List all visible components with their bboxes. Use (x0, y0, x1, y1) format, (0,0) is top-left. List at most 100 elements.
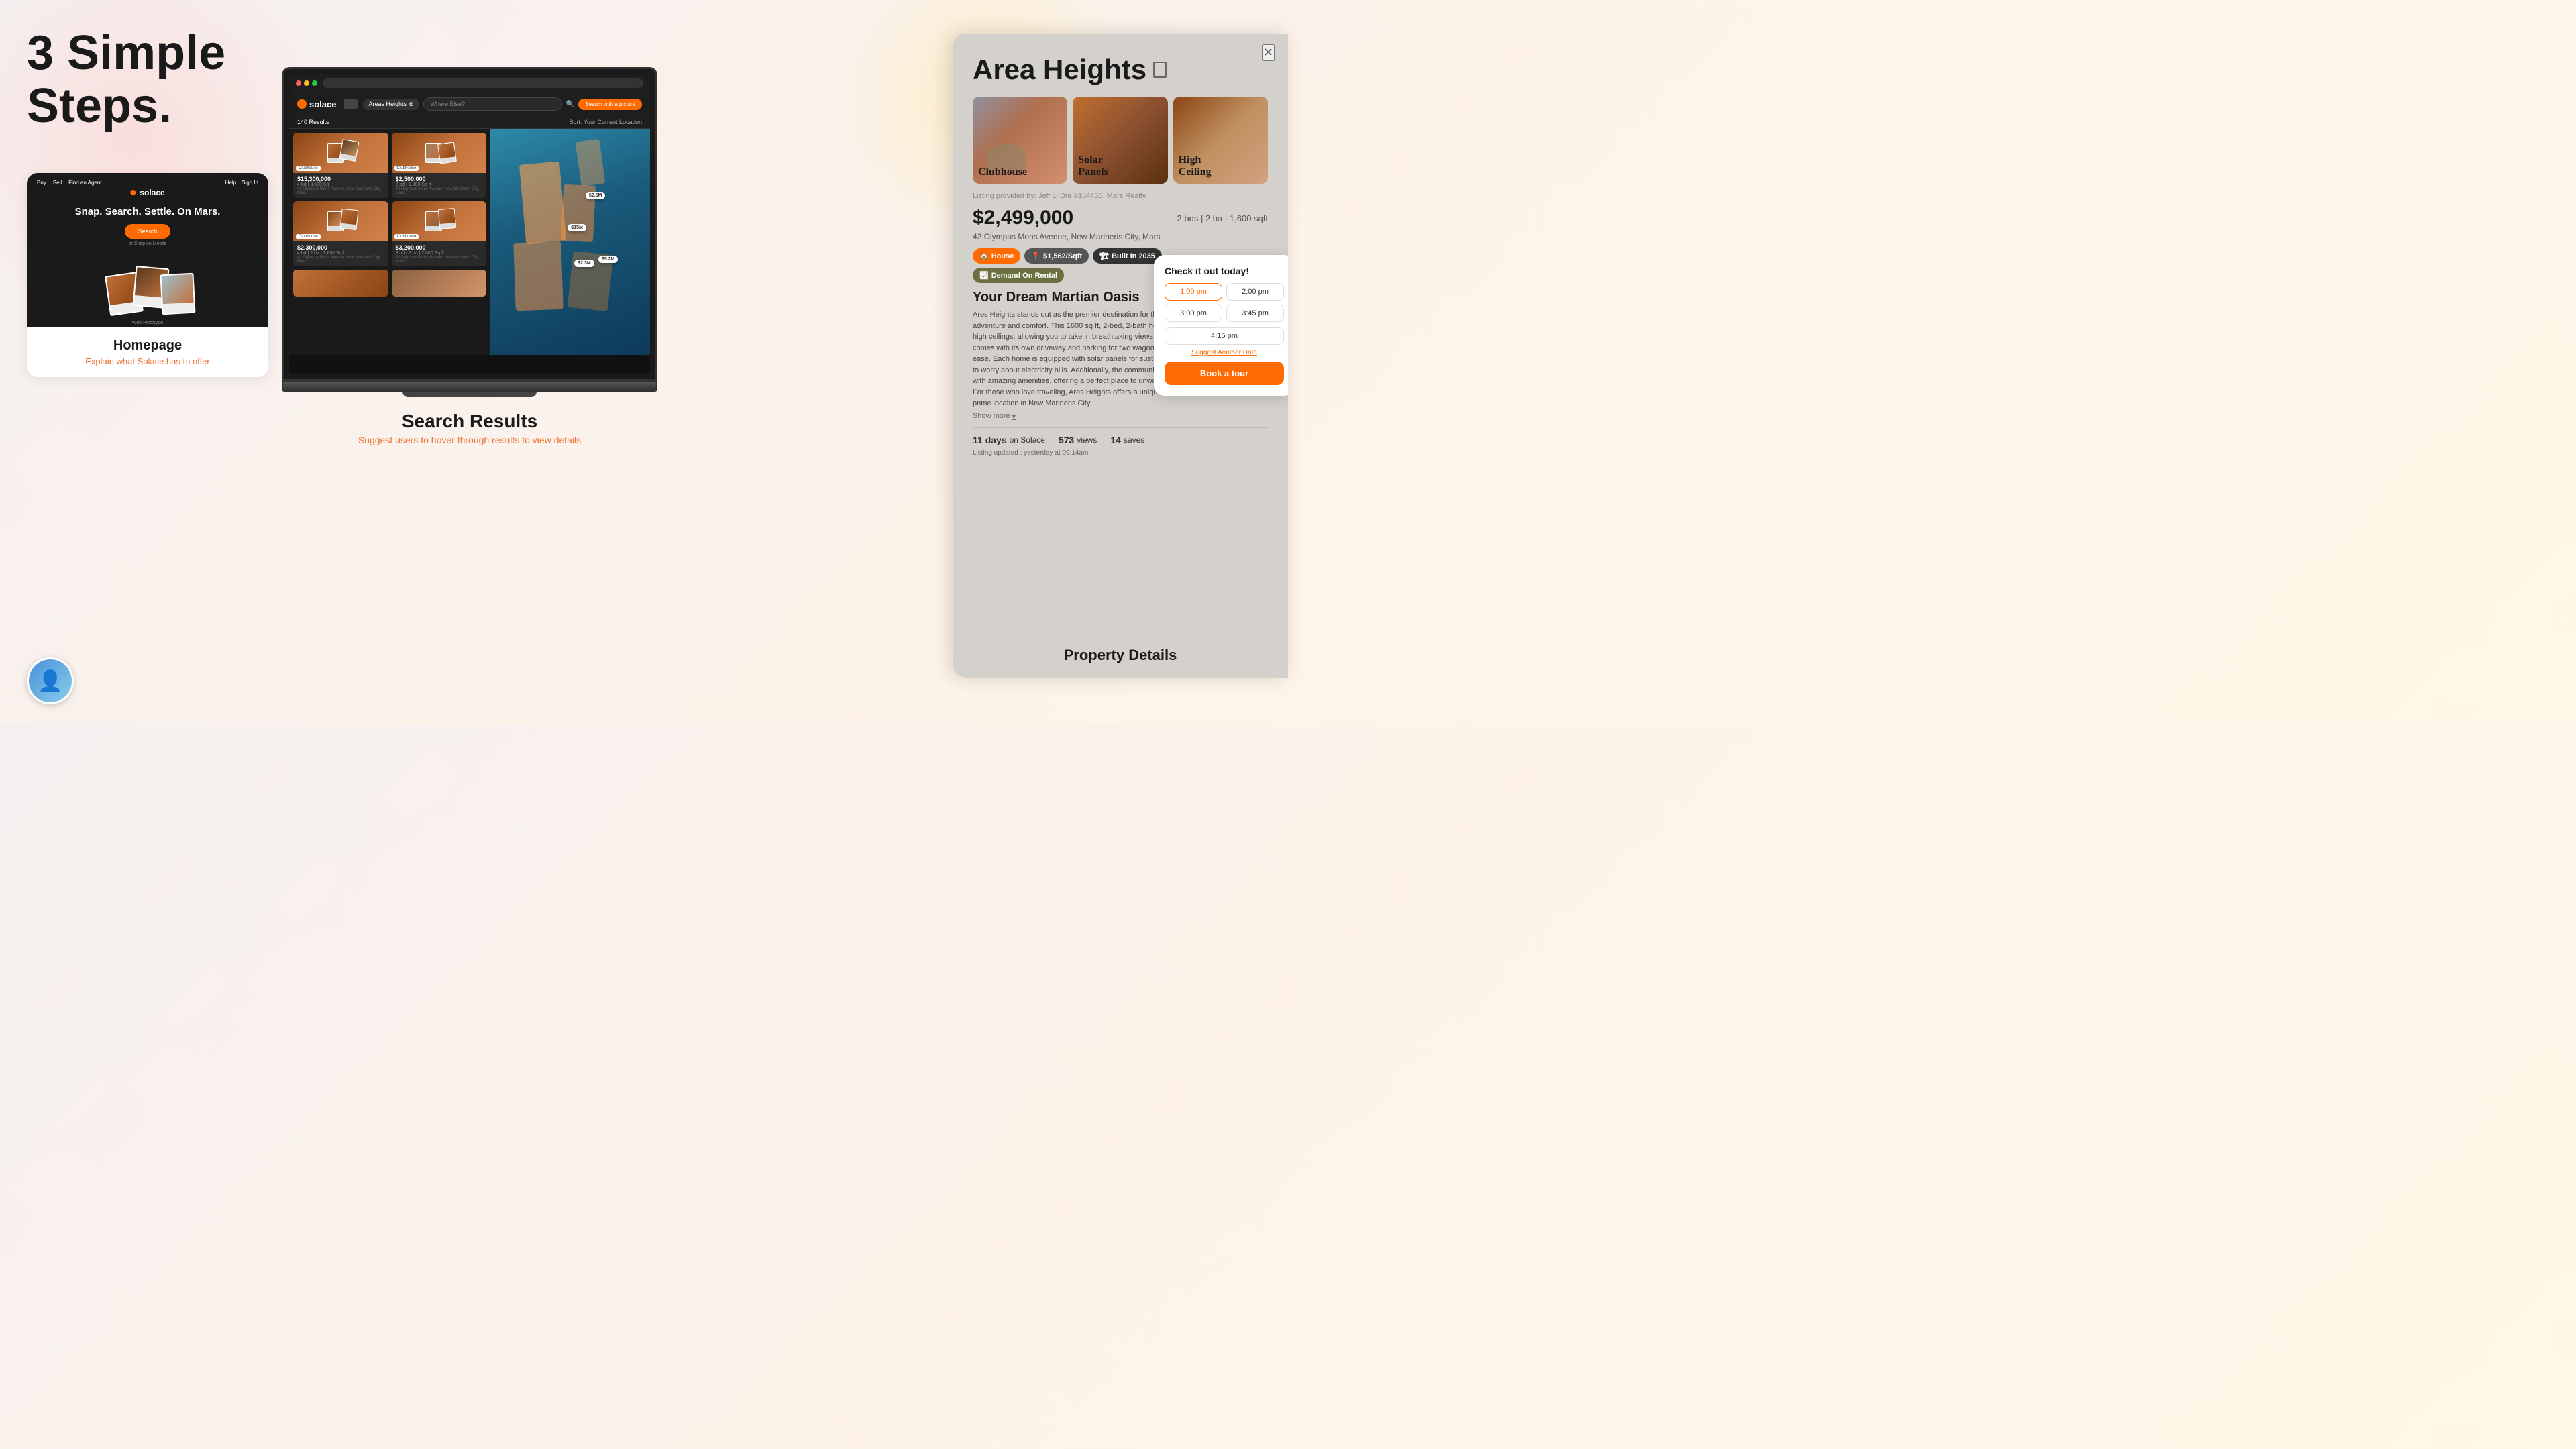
listing-details: 3 bd | 2 ba | 2,000 Sq ft (396, 251, 483, 256)
booking-title: Check it out today! (1165, 266, 1284, 276)
mockup-search-button[interactable]: Search (125, 224, 171, 239)
map-pin: $2.3M (574, 260, 594, 267)
chevron-down-icon: ▾ (1012, 412, 1016, 421)
stat-saves: 14 saves (1110, 435, 1144, 445)
price-row: $2,499,000 2 bds | 2 ba | 1,600 sqft (973, 207, 1268, 229)
app-logo-text: solace (309, 99, 336, 109)
listing-details: 4 bd | 2 ba | 1,600 Sq ft (297, 251, 384, 256)
map-view: $2.5M $15M $2.3M $5.2M (490, 129, 650, 355)
property-details-label: Property Details (973, 647, 1268, 664)
stat-days: 11 days on Solace (973, 435, 1045, 445)
property-title: Area Heights (973, 54, 1268, 86)
map-pin: $15M (568, 224, 586, 231)
app-search-bar: Areas Heights ⊗ Where Else? 🔍 Search wit… (363, 97, 642, 111)
listing-price: $2,500,000 (396, 176, 483, 182)
browser-dots (296, 80, 317, 86)
listing-info: $15,300,000 4 bd | 3,600 Sq 42 Olympus M… (293, 173, 388, 198)
property-address: 42 Olympus Mons Avenue, New Marineris Ci… (973, 232, 1268, 241)
listing-details: 2 bd | 1,900 Sq ft (396, 182, 483, 187)
app-header: solace Areas Heights ⊗ Where Else? 🔍 (289, 92, 650, 116)
step2-subtitle: Suggest users to hover through results t… (282, 435, 657, 445)
location-tag-text: Areas Heights (368, 101, 407, 107)
prop-img-label-1: Clubhouse (978, 166, 1027, 178)
step1-subtitle: Explain what Solace has to offer (40, 356, 255, 366)
suggest-another-date[interactable]: Suggest Another Date (1165, 349, 1284, 356)
mockup-nav: Buy Sell Find an Agent Help Sign In (27, 180, 268, 186)
menu-icon[interactable] (344, 99, 358, 109)
main-title: 3 Simple Steps. (27, 27, 295, 133)
search-input[interactable]: Where Else? (423, 97, 562, 111)
listing-card[interactable] (293, 270, 388, 297)
property-image-1[interactable]: Clubhouse (973, 97, 1067, 184)
book-tour-button[interactable]: Book a tour (1165, 362, 1284, 385)
listing-info: $2,300,000 4 bd | 2 ba | 1,600 Sq ft 42 … (293, 241, 388, 266)
tag-built[interactable]: 🏗 Built In 2035 (1093, 248, 1162, 264)
map-block (513, 241, 564, 311)
house-icon: 🏠 (979, 252, 989, 260)
dot-green (312, 80, 317, 86)
listing-by: Listing provided by: Jeff Li Dre #154455… (973, 192, 1268, 200)
listing-tag: Clubhouse (394, 166, 419, 171)
map-pin: $5.2M (598, 256, 618, 263)
bookmark-icon[interactable] (1153, 62, 1167, 78)
listing-image: Clubhouse (293, 201, 388, 241)
listing-address: 42 Olympus Mons Avenue, New Marineris Ci… (297, 187, 384, 195)
mockup-logo-text: solace (140, 188, 164, 197)
listing-address: 42 Olympus Mons Avenue, New Marineris Ci… (297, 256, 384, 264)
stat-views: 573 views (1059, 435, 1097, 445)
step2-label: Search Results Suggest users to hover th… (282, 411, 657, 445)
search-icon[interactable]: 🔍 (566, 101, 574, 108)
property-image-2[interactable]: SolarPanels (1073, 97, 1167, 184)
mockup-logo: solace (130, 188, 164, 197)
listing-info: $3,200,000 3 bd | 2 ba | 2,000 Sq ft 42 … (392, 241, 487, 266)
time-slot-1pm[interactable]: 1:00 pm (1165, 283, 1222, 301)
listing-details: 4 bd | 3,600 Sq (297, 182, 384, 187)
listing-card[interactable]: Clubhouse $2,300,000 4 bd | 2 ba | 1,600… (293, 201, 388, 266)
listing-card[interactable]: Clubhouse $2,500,000 2 bd | 1,900 Sq ft … (392, 133, 487, 198)
results-bar: 140 Results Sort: Your Current Location (289, 116, 650, 129)
avatar: 👤 (27, 657, 74, 704)
tag-price-sqft[interactable]: 📍 $1,562/Sqft (1024, 248, 1089, 264)
step2-title: Search Results (282, 411, 657, 432)
time-slot-3pm[interactable]: 3:00 pm (1165, 305, 1222, 322)
mockup-tagline: Snap. Search. Settle. On Mars. (74, 205, 221, 219)
trend-icon: 📈 (979, 271, 989, 280)
listing-info: $2,500,000 2 bd | 1,900 Sq ft 42 Olympus… (392, 173, 487, 198)
step1-info: Homepage Explain what Solace has to offe… (27, 327, 268, 377)
listing-address: 42 Olympus Mons Avenue, New Marineris Ci… (396, 256, 483, 264)
laptop: solace Areas Heights ⊗ Where Else? 🔍 (282, 67, 657, 397)
prop-img-label-2: SolarPanels (1078, 154, 1108, 178)
location-tag[interactable]: Areas Heights ⊗ (363, 99, 419, 110)
listing-image (392, 270, 487, 297)
tag-rental[interactable]: 📈 Demand On Rental (973, 268, 1064, 283)
laptop-screen-inner: solace Areas Heights ⊗ Where Else? 🔍 (289, 92, 650, 374)
browser-bar (289, 74, 650, 92)
time-slot-2pm[interactable]: 2:00 pm (1226, 283, 1284, 301)
property-image-3[interactable]: HighCeiling (1173, 97, 1268, 184)
app-body: Clubhouse $15,300,000 4 bd | 3,600 Sq 42… (289, 129, 650, 355)
time-slot-415pm[interactable]: 4:15 pm (1165, 327, 1284, 345)
listing-tag: Clubhouse (394, 234, 419, 239)
listing-image (293, 270, 388, 297)
mockup-hero: Snap. Search. Settle. On Mars. Search or… (74, 205, 221, 246)
listing-card[interactable]: Clubhouse $15,300,000 4 bd | 3,600 Sq 42… (293, 133, 388, 198)
homepage-mockup: Buy Sell Find an Agent Help Sign In sola… (27, 173, 268, 327)
listings-grid: Clubhouse $15,300,000 4 bd | 3,600 Sq 42… (289, 129, 490, 355)
mockup-label: Web Prototype (132, 321, 163, 325)
tag-house[interactable]: 🏠 House (973, 248, 1020, 264)
build-icon: 🏗 (1099, 252, 1109, 260)
sort-button[interactable]: Sort: Your Current Location (569, 119, 642, 125)
map-background (490, 129, 650, 355)
listing-card[interactable]: Clubhouse $3,200,000 3 bd | 2 ba | 2,000… (392, 201, 487, 266)
homepage-step-card: Buy Sell Find an Agent Help Sign In sola… (27, 173, 268, 377)
show-more-button[interactable]: Show more ▾ (973, 412, 1268, 421)
listing-address: 42 Olympus Mons Avenue, New Marineris Ci… (396, 187, 483, 195)
prop-img-label-3: HighCeiling (1179, 154, 1212, 178)
search-with-picture-button[interactable]: Search with a picture (578, 99, 642, 110)
map-pin: $2.5M (586, 192, 605, 199)
listing-updated: Listing updated : yesterday at 09:14am (973, 449, 1268, 457)
dot-red (296, 80, 301, 86)
close-button[interactable]: ✕ (1262, 44, 1275, 61)
time-slot-345pm[interactable]: 3:45 pm (1226, 305, 1284, 322)
listing-card[interactable] (392, 270, 487, 297)
